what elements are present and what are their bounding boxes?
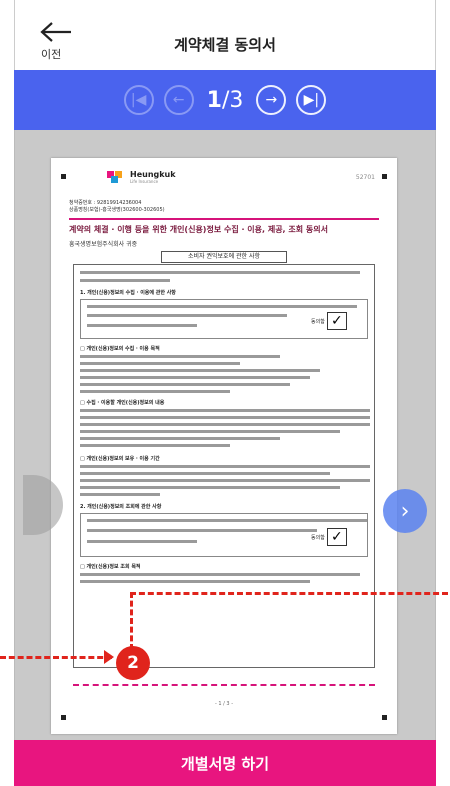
brand-logo: Heungkuk Life Insurance — [107, 170, 176, 184]
total-pages: /3 — [221, 87, 244, 113]
checkmark-icon: ✓ — [326, 312, 347, 330]
consent-body: 1. 개인(신용)정보의 수집 · 이용에 관한 사항 동의함 ✓ □ 개인(신… — [73, 264, 375, 668]
document-id: 52701 — [355, 174, 375, 181]
agree-checkbox-1[interactable]: 동의함 ✓ — [311, 312, 353, 330]
individual-sign-button[interactable]: 개별서명 하기 — [14, 740, 436, 786]
text-line — [80, 472, 330, 475]
text-line — [80, 369, 320, 372]
text-line — [80, 271, 360, 274]
registration-mark — [382, 715, 387, 720]
text-line — [87, 540, 197, 543]
text-line — [80, 376, 310, 379]
document-title: 계약의 체결 · 이행 등을 위한 개인(신용)정보 수집 · 이용, 제공, … — [69, 225, 328, 234]
section-heading: □ 개인(신용)정보의 수집 · 이용 목적 — [80, 346, 160, 352]
text-line — [80, 465, 370, 468]
last-page-button[interactable]: ▶| — [296, 85, 327, 115]
contract-meta: 청약증번호 : 92819914236004 상품명칭(보험)-흥국생명(302… — [69, 200, 165, 214]
skip-first-icon: |◀ — [130, 92, 147, 108]
text-line — [80, 430, 340, 433]
meta-line: 상품명칭(보험)-흥국생명(302600-302605) — [69, 207, 165, 213]
page-title: 계약체결 동의서 — [174, 36, 276, 54]
text-line — [87, 324, 197, 327]
section-heading: □ 수집 · 이용할 개인(신용)정보의 내용 — [80, 400, 165, 406]
section-heading: □ 개인(신용)정보 조회 목적 — [80, 564, 141, 570]
logo-icon — [107, 171, 125, 183]
meta-line: 청약증번호 : 92819914236004 — [69, 200, 142, 206]
text-line — [87, 519, 367, 522]
page-navigator: |◀ ← 1/3 → ▶| — [14, 70, 436, 130]
text-line — [80, 409, 370, 412]
section-heading: □ 개인(신용)정보의 보유 · 이용 기간 — [80, 456, 160, 462]
annotation-line — [130, 592, 133, 650]
box-title: 소비자 권익보호에 관한 사항 — [161, 251, 287, 263]
annotation-arrow-icon — [104, 650, 114, 664]
text-line — [80, 493, 160, 496]
text-line — [80, 423, 370, 426]
checkmark-icon: ✓ — [326, 528, 347, 546]
agree-checkbox-2[interactable]: 동의함 ✓ — [311, 528, 353, 546]
annotation-line — [130, 592, 448, 595]
divider — [69, 218, 379, 220]
agree-label: 동의함 — [311, 534, 325, 541]
consent-box-1: 동의함 ✓ — [80, 299, 368, 339]
text-line — [80, 437, 280, 440]
brand-name: Heungkuk — [130, 170, 176, 179]
consent-box-2: 동의함 ✓ — [80, 513, 368, 557]
registration-mark — [61, 174, 66, 179]
text-line — [80, 390, 230, 393]
chevron-right-icon: › — [400, 498, 410, 524]
skip-last-icon: ▶| — [303, 92, 320, 108]
text-line — [80, 486, 340, 489]
page-footer: - 1 / 3 - — [214, 701, 233, 707]
page-divider — [73, 684, 375, 686]
document-subtitle: 흥국생명보험주식회사 귀중 — [69, 241, 138, 248]
text-line — [80, 444, 230, 447]
registration-mark — [382, 174, 387, 179]
document-page: Heungkuk Life Insurance 52701 청약증번호 : 92… — [51, 158, 397, 734]
next-page-button[interactable]: → — [256, 85, 287, 115]
arrow-left-icon: ← — [172, 92, 185, 108]
text-line — [80, 355, 280, 358]
text-line — [80, 580, 310, 583]
first-page-button[interactable]: |◀ — [123, 85, 154, 115]
brand-sub: Life Insurance — [130, 179, 159, 184]
arrow-right-icon: → — [265, 92, 278, 108]
prev-page-button[interactable]: ← — [163, 85, 194, 115]
text-line — [80, 573, 360, 576]
text-line — [87, 529, 317, 532]
text-line — [87, 305, 357, 308]
text-line — [87, 314, 287, 317]
text-line — [80, 416, 370, 419]
text-line — [80, 383, 290, 386]
annotation-line — [0, 656, 112, 659]
section-heading: 2. 개인(신용)정보의 조회에 관한 사항 — [80, 504, 162, 510]
page-indicator: 1/3 — [207, 88, 244, 113]
current-page: 1 — [206, 87, 222, 113]
next-swipe-button[interactable]: › — [383, 489, 427, 533]
top-header: 이전 계약체결 동의서 — [14, 0, 436, 70]
text-line — [80, 479, 370, 482]
annotation-badge: 2 — [116, 646, 150, 680]
section-heading: 1. 개인(신용)정보의 수집 · 이용에 관한 사항 — [80, 290, 176, 296]
text-line — [80, 362, 240, 365]
agree-label: 동의함 — [311, 318, 325, 325]
document-viewer[interactable]: Heungkuk Life Insurance 52701 청약증번호 : 92… — [14, 130, 436, 740]
text-line — [80, 279, 170, 282]
registration-mark — [61, 715, 66, 720]
